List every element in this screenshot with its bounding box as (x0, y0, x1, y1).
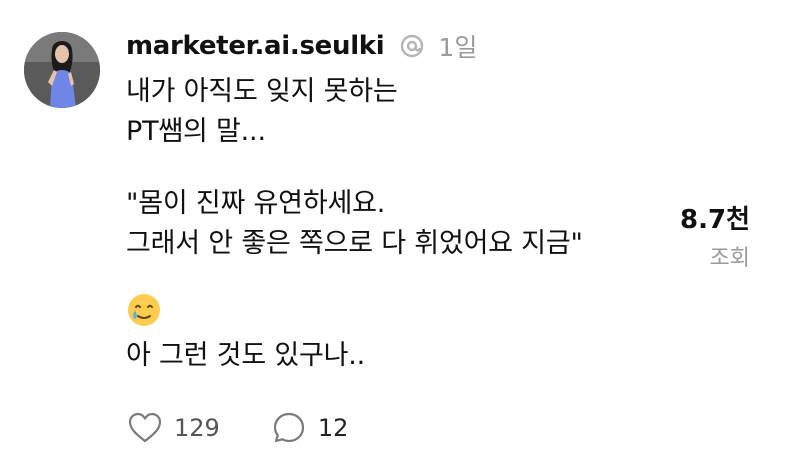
post-actions: 129 12 (126, 408, 398, 448)
view-count: 8.7천 조회 (680, 202, 750, 276)
post-text-intro: 내가 아직도 잊지 못하는 PT쌤의 말... (126, 76, 398, 147)
comment-button[interactable]: 12 (270, 409, 349, 447)
post-text-quote: "몸이 진짜 유연하세요. 그래서 안 좋은 쪽으로 다 휘었어요 지금" (126, 188, 583, 259)
post-header: marketer.ai.seulki 1일 (126, 28, 477, 64)
threads-logo-icon (398, 32, 426, 60)
avatar[interactable] (24, 32, 100, 108)
smiling-face-with-tear-emoji-icon (126, 292, 162, 328)
post-text-closing: 아 그런 것도 있구나.. (126, 340, 366, 371)
like-button[interactable]: 129 (126, 409, 220, 447)
view-count-value: 8.7천 (680, 205, 750, 235)
post-timestamp: 1일 (438, 33, 478, 62)
comment-count: 12 (317, 414, 349, 442)
username[interactable]: marketer.ai.seulki (126, 31, 385, 61)
comment-bubble-icon (270, 409, 308, 447)
heart-icon (126, 409, 164, 447)
view-count-label: 조회 (709, 246, 750, 271)
like-count: 129 (174, 414, 220, 442)
avatar-image (24, 32, 100, 108)
